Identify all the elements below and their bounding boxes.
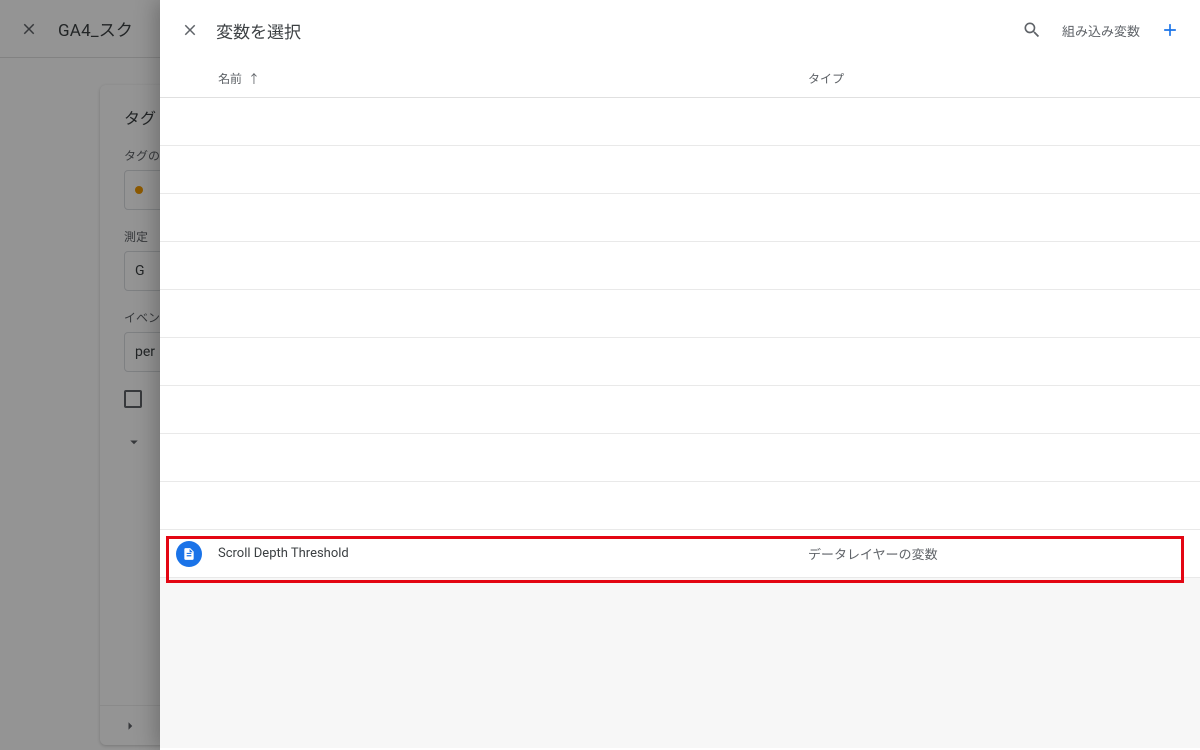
column-type-header[interactable]: タイプ bbox=[808, 70, 1200, 87]
variable-row[interactable] bbox=[160, 290, 1200, 338]
panel-header: 変数を選択 組み込み変数 bbox=[160, 0, 1200, 60]
variable-type: データレイヤーの変数 bbox=[808, 544, 1200, 563]
builtin-variables-link[interactable]: 組み込み変数 bbox=[1062, 21, 1140, 40]
plus-icon bbox=[1160, 20, 1180, 40]
variable-picker-panel: 変数を選択 組み込み変数 名前 ↑ タイプ bbox=[160, 0, 1200, 750]
search-icon bbox=[1022, 20, 1042, 40]
variable-row[interactable] bbox=[160, 146, 1200, 194]
variable-name: Scroll Depth Threshold bbox=[218, 546, 808, 561]
variable-row[interactable] bbox=[160, 482, 1200, 530]
panel-title: 変数を選択 bbox=[216, 18, 301, 43]
column-name-header[interactable]: 名前 ↑ bbox=[218, 70, 808, 87]
list-footer-space bbox=[160, 578, 1200, 748]
sort-asc-icon: ↑ bbox=[248, 70, 260, 87]
variable-row[interactable] bbox=[160, 242, 1200, 290]
add-variable-button[interactable] bbox=[1148, 8, 1192, 52]
variable-list: Scroll Depth Threshold データレイヤーの変数 bbox=[160, 98, 1200, 750]
column-headers: 名前 ↑ タイプ bbox=[160, 60, 1200, 98]
close-icon bbox=[181, 21, 199, 39]
close-panel-button[interactable] bbox=[168, 8, 212, 52]
search-button[interactable] bbox=[1010, 8, 1054, 52]
variable-row[interactable] bbox=[160, 434, 1200, 482]
variable-row-scroll-depth-threshold[interactable]: Scroll Depth Threshold データレイヤーの変数 bbox=[160, 530, 1200, 578]
variable-row[interactable] bbox=[160, 98, 1200, 146]
variable-row[interactable] bbox=[160, 386, 1200, 434]
variable-row[interactable] bbox=[160, 194, 1200, 242]
variable-type-icon bbox=[176, 541, 202, 567]
variable-row[interactable] bbox=[160, 338, 1200, 386]
